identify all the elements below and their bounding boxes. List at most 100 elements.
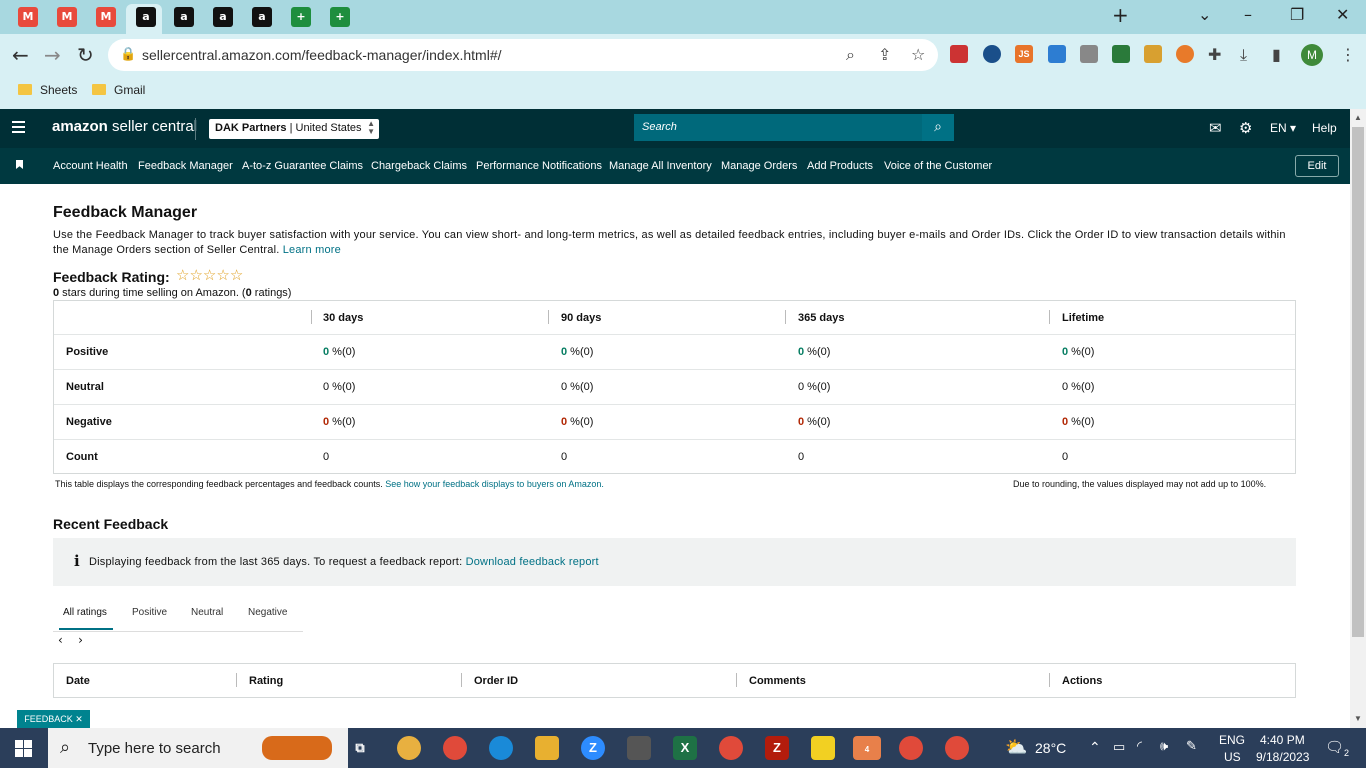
download-icon[interactable]: ⤓ bbox=[1240, 45, 1247, 65]
language-indicator-top[interactable]: ENG bbox=[1219, 733, 1245, 747]
column-header[interactable]: Order ID bbox=[474, 675, 518, 687]
extension-icon[interactable] bbox=[1080, 45, 1098, 63]
nav-chargeback-claims[interactable]: Chargeback Claims bbox=[371, 160, 467, 172]
amazon-icon[interactable]: a bbox=[174, 7, 194, 27]
feedback-display-link[interactable]: See how your feedback displays to buyers… bbox=[385, 479, 604, 489]
new-tab-button[interactable]: + bbox=[1112, 3, 1129, 27]
nav-account-health[interactable]: Account Health bbox=[53, 160, 128, 172]
sheets-icon[interactable]: + bbox=[330, 7, 350, 27]
search-button[interactable]: ⌕ bbox=[922, 114, 954, 141]
column-header[interactable]: Date bbox=[66, 675, 90, 687]
zoom-icon[interactable]: ⌕ bbox=[846, 45, 855, 65]
nav-feedback-manager[interactable]: Feedback Manager bbox=[138, 160, 233, 172]
reload-icon[interactable]: ↻ bbox=[77, 43, 94, 67]
nav-manage-orders[interactable]: Manage Orders bbox=[721, 160, 797, 172]
search-input[interactable]: Search bbox=[634, 114, 922, 141]
chrome-icon[interactable] bbox=[719, 736, 743, 760]
scroll-thumb[interactable] bbox=[1352, 127, 1364, 637]
wifi-icon[interactable]: ◜ bbox=[1137, 738, 1142, 754]
learn-more-link[interactable]: Learn more bbox=[283, 244, 341, 256]
url-text[interactable]: sellercentral.amazon.com/feedback-manage… bbox=[142, 47, 502, 63]
app-icon[interactable] bbox=[397, 736, 421, 760]
halloween-widget-icon[interactable] bbox=[262, 736, 332, 760]
language-indicator-bottom[interactable]: US bbox=[1224, 750, 1241, 764]
gmail-icon[interactable]: M bbox=[57, 7, 77, 27]
tab-positive[interactable]: Positive bbox=[132, 607, 167, 618]
column-header[interactable]: Rating bbox=[249, 675, 283, 687]
language-selector[interactable]: EN ▾ bbox=[1270, 121, 1296, 135]
nav-manage-inventory[interactable]: Manage All Inventory bbox=[609, 160, 712, 172]
puzzle-icon[interactable]: ✚ bbox=[1208, 45, 1221, 64]
share-icon[interactable]: ⇪ bbox=[878, 45, 891, 64]
account-selector[interactable]: DAK Partners | United States ▲ ▼ bbox=[209, 119, 379, 139]
feedback-widget-button[interactable]: FEEDBACK ✕ bbox=[17, 710, 90, 728]
tab-negative[interactable]: Negative bbox=[248, 607, 287, 618]
chrome-icon[interactable] bbox=[945, 736, 969, 760]
telegram-icon[interactable]: 4 bbox=[853, 736, 881, 760]
extension-icon[interactable] bbox=[1144, 45, 1162, 63]
sheets-icon[interactable]: + bbox=[291, 7, 311, 27]
nav-add-products[interactable]: Add Products bbox=[807, 160, 873, 172]
gmail-icon[interactable]: M bbox=[96, 7, 116, 27]
pen-icon[interactable]: ✎ bbox=[1186, 738, 1197, 754]
task-view-icon[interactable]: ⧉ bbox=[348, 736, 372, 760]
scroll-up-icon[interactable]: ▲ bbox=[1354, 113, 1362, 122]
seller-central-logo[interactable]: amazon seller central bbox=[52, 118, 197, 135]
next-page-icon[interactable]: › bbox=[78, 633, 83, 647]
nav-performance-notifications[interactable]: Performance Notifications bbox=[476, 160, 602, 172]
sticky-notes-icon[interactable] bbox=[811, 736, 835, 760]
mail-icon[interactable]: ✉ bbox=[1209, 119, 1222, 137]
calculator-icon[interactable] bbox=[627, 736, 651, 760]
weather-temp[interactable]: 28°C bbox=[1035, 740, 1066, 756]
bookmark-icon[interactable] bbox=[16, 160, 23, 169]
profile-avatar[interactable]: M bbox=[1301, 44, 1323, 66]
clock-time[interactable]: 4:40 PM bbox=[1260, 733, 1305, 747]
scroll-down-icon[interactable]: ▼ bbox=[1354, 714, 1362, 723]
back-icon[interactable]: ← bbox=[12, 43, 29, 67]
gear-icon[interactable]: ⚙ bbox=[1239, 119, 1252, 137]
extension-icon[interactable] bbox=[950, 45, 968, 63]
extension-icon[interactable] bbox=[1048, 45, 1066, 63]
chrome-icon[interactable] bbox=[899, 736, 923, 760]
extension-icon[interactable] bbox=[1112, 45, 1130, 63]
chrome-icon[interactable] bbox=[443, 736, 467, 760]
amazon-icon[interactable]: a bbox=[252, 7, 272, 27]
prev-page-icon[interactable]: ‹ bbox=[58, 633, 63, 647]
maximize-button[interactable]: ❐ bbox=[1290, 5, 1304, 24]
download-report-link[interactable]: Download feedback report bbox=[466, 556, 599, 568]
edge-icon[interactable] bbox=[489, 736, 513, 760]
hamburger-menu-icon[interactable] bbox=[12, 121, 25, 133]
tab-neutral[interactable]: Neutral bbox=[191, 607, 223, 618]
forward-icon[interactable]: → bbox=[44, 43, 61, 67]
zoom-app-icon[interactable]: Z bbox=[581, 736, 605, 760]
menu-icon[interactable]: ⋮ bbox=[1340, 45, 1356, 64]
windows-start-icon[interactable] bbox=[15, 740, 32, 757]
extension-icon[interactable] bbox=[983, 45, 1001, 63]
page-scrollbar[interactable]: ▲ ▼ bbox=[1350, 109, 1366, 728]
address-bar[interactable]: 🔒 sellercentral.amazon.com/feedback-mana… bbox=[108, 39, 938, 71]
weather-icon[interactable]: ⛅ bbox=[1005, 737, 1027, 758]
volume-icon[interactable]: 🕪 bbox=[1160, 738, 1168, 754]
edit-nav-button[interactable]: Edit bbox=[1295, 155, 1339, 177]
help-link[interactable]: Help bbox=[1312, 121, 1337, 135]
gmail-icon[interactable]: M bbox=[18, 7, 38, 27]
extension-icon[interactable]: JS bbox=[1015, 45, 1033, 63]
excel-icon[interactable]: X bbox=[673, 736, 697, 760]
amazon-icon[interactable]: a bbox=[213, 7, 233, 27]
minimize-button[interactable]: – bbox=[1244, 5, 1252, 24]
close-window-button[interactable]: ✕ bbox=[1336, 5, 1349, 24]
filezilla-icon[interactable]: Z bbox=[765, 736, 789, 760]
bookmark-star-icon[interactable]: ☆ bbox=[911, 45, 925, 64]
nav-a-to-z-claims[interactable]: A-to-z Guarantee Claims bbox=[242, 160, 363, 172]
extension-icon[interactable] bbox=[1176, 45, 1194, 63]
notification-icon[interactable]: 🗨2 bbox=[1325, 738, 1349, 758]
clock-date[interactable]: 9/18/2023 bbox=[1256, 750, 1309, 764]
file-explorer-icon[interactable] bbox=[535, 736, 559, 760]
chevron-up-icon[interactable]: ⌃ bbox=[1089, 739, 1101, 756]
side-panel-icon[interactable]: ▮ bbox=[1272, 45, 1281, 64]
tab-all-ratings[interactable]: All ratings bbox=[63, 607, 107, 618]
nav-voice-of-customer[interactable]: Voice of the Customer bbox=[884, 160, 992, 172]
tab-search-icon[interactable]: ⌄ bbox=[1198, 5, 1211, 24]
bookmark-gmail[interactable]: Gmail bbox=[92, 83, 145, 97]
battery-icon[interactable]: ▭ bbox=[1113, 739, 1125, 755]
